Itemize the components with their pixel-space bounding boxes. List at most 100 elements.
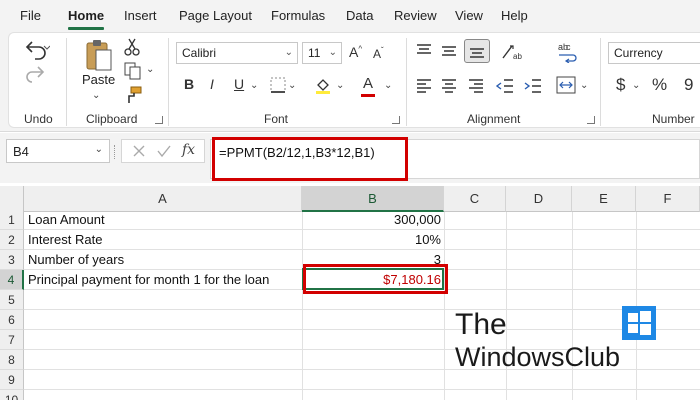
row-header-1[interactable]: 1	[0, 210, 24, 230]
fill-color-icon[interactable]	[314, 76, 332, 94]
font-color-button[interactable]: A	[361, 75, 375, 97]
insert-function-button[interactable]: fx	[182, 142, 195, 158]
cell-a4[interactable]: Principal payment for month 1 for the lo…	[25, 270, 302, 290]
paste-chevron-down-icon[interactable]: ⌄	[92, 90, 100, 101]
align-center-icon[interactable]	[441, 78, 457, 94]
font-size-select[interactable]: 11 ⌄	[302, 42, 342, 64]
percent-style-button[interactable]: %	[652, 75, 667, 95]
increase-font-size-button[interactable]: A^	[349, 44, 362, 60]
row-header-2[interactable]: 2	[0, 230, 24, 250]
row-header-4[interactable]: 4	[0, 270, 24, 290]
name-box[interactable]: B4 ⌄	[6, 139, 110, 163]
cell-a1[interactable]: Loan Amount	[25, 210, 302, 230]
redo-icon[interactable]	[24, 64, 50, 84]
borders-chevron-icon[interactable]: ⌄	[288, 80, 296, 91]
paste-icon[interactable]	[84, 38, 114, 72]
orientation-icon[interactable]: ab	[500, 43, 522, 61]
decrease-font-size-button[interactable]: Aˇ	[373, 46, 384, 61]
align-middle-icon[interactable]	[441, 43, 457, 59]
group-label-alignment: Alignment	[467, 112, 521, 126]
column-header-b[interactable]: B	[302, 186, 444, 212]
menu-view[interactable]: View	[455, 8, 483, 23]
cell-b1[interactable]: 300,000	[302, 210, 444, 230]
cell-a3[interactable]: Number of years	[25, 250, 302, 270]
paste-label[interactable]: Paste	[82, 72, 115, 87]
select-all-corner[interactable]	[0, 186, 24, 212]
row-header-10[interactable]: 10	[0, 390, 24, 400]
clipboard-launcher-icon[interactable]	[155, 116, 163, 124]
menu-insert[interactable]: Insert	[124, 8, 157, 23]
font-launcher-icon[interactable]	[392, 116, 400, 124]
font-shrink-label: A	[373, 47, 382, 61]
cell-b2[interactable]: 10%	[302, 230, 444, 250]
copy-icon[interactable]	[124, 62, 142, 80]
increase-indent-icon[interactable]	[524, 78, 542, 94]
decrease-indent-icon[interactable]	[496, 78, 514, 94]
font-color-chevron-icon[interactable]: ⌄	[384, 80, 392, 91]
formula-highlight-box	[212, 137, 408, 181]
menu-home[interactable]: Home	[68, 8, 104, 23]
fill-color-chevron-icon[interactable]: ⌄	[336, 80, 344, 91]
font-grow-label: A	[349, 44, 359, 60]
group-label-font: Font	[264, 112, 289, 126]
column-header-a[interactable]: A	[24, 186, 302, 212]
cell-highlight-box	[303, 264, 448, 294]
menu-bar: File Home Insert Page Layout Formulas Da…	[0, 0, 700, 30]
cell-a2[interactable]: Interest Rate	[25, 230, 302, 250]
align-right-icon[interactable]	[468, 78, 484, 94]
comma-style-button[interactable]: 9	[684, 75, 693, 95]
copy-chevron-icon[interactable]: ⌄	[146, 64, 154, 75]
alignment-launcher-icon[interactable]	[587, 116, 595, 124]
row-header-7[interactable]: 7	[0, 330, 24, 350]
cut-icon[interactable]	[124, 38, 140, 56]
accounting-format-button[interactable]: $	[616, 75, 625, 95]
column-header-e[interactable]: E	[572, 186, 636, 212]
align-left-icon[interactable]	[416, 78, 432, 94]
column-header-f[interactable]: F	[636, 186, 700, 212]
underline-button[interactable]: U	[234, 76, 244, 92]
format-painter-icon[interactable]	[124, 86, 142, 104]
watermark-text-line2: WindowsClub	[455, 342, 621, 372]
gridline	[444, 212, 445, 400]
group-label-undo: Undo	[24, 112, 53, 126]
align-top-icon[interactable]	[416, 43, 432, 59]
group-label-number: Number	[652, 112, 695, 126]
row-header-3[interactable]: 3	[0, 250, 24, 270]
chevron-down-icon: ⌄	[94, 144, 103, 155]
menu-page-layout[interactable]: Page Layout	[179, 8, 252, 23]
row-header-9[interactable]: 9	[0, 370, 24, 390]
font-name-value: Calibri	[182, 46, 217, 60]
merge-chevron-icon[interactable]: ⌄	[580, 80, 588, 91]
menu-data[interactable]: Data	[346, 8, 373, 23]
menu-formulas[interactable]: Formulas	[271, 8, 325, 23]
underline-chevron-icon[interactable]: ⌄	[250, 80, 258, 91]
menu-help[interactable]: Help	[501, 8, 528, 23]
number-format-select[interactable]: Currency	[608, 42, 700, 64]
column-header-c[interactable]: C	[444, 186, 506, 212]
italic-button[interactable]: I	[210, 76, 214, 92]
bold-button[interactable]: B	[184, 76, 194, 92]
row-header-6[interactable]: 6	[0, 310, 24, 330]
merge-center-icon[interactable]	[556, 76, 576, 94]
svg-text:ab: ab	[513, 52, 522, 61]
wrap-text-icon[interactable]: ab c	[556, 41, 578, 63]
windows-logo-icon	[622, 306, 656, 340]
align-bottom-button[interactable]	[464, 39, 490, 63]
borders-icon[interactable]	[270, 77, 286, 93]
font-size-value: 11	[308, 46, 321, 60]
number-format-value: Currency	[614, 46, 663, 60]
font-name-select[interactable]: Calibri ⌄	[176, 42, 298, 64]
group-separator	[168, 38, 169, 126]
enter-formula-icon[interactable]	[156, 144, 172, 158]
group-label-clipboard: Clipboard	[86, 112, 138, 126]
accounting-chevron-icon[interactable]: ⌄	[632, 80, 640, 91]
row-header-5[interactable]: 5	[0, 290, 24, 310]
svg-text:c: c	[566, 42, 571, 52]
column-header-d[interactable]: D	[506, 186, 572, 212]
cancel-formula-icon[interactable]	[132, 144, 146, 158]
name-box-resize-handle[interactable]	[114, 145, 116, 159]
menu-file[interactable]: File	[20, 8, 41, 23]
menu-review[interactable]: Review	[394, 8, 437, 23]
undo-icon[interactable]	[24, 38, 50, 60]
row-header-8[interactable]: 8	[0, 350, 24, 370]
